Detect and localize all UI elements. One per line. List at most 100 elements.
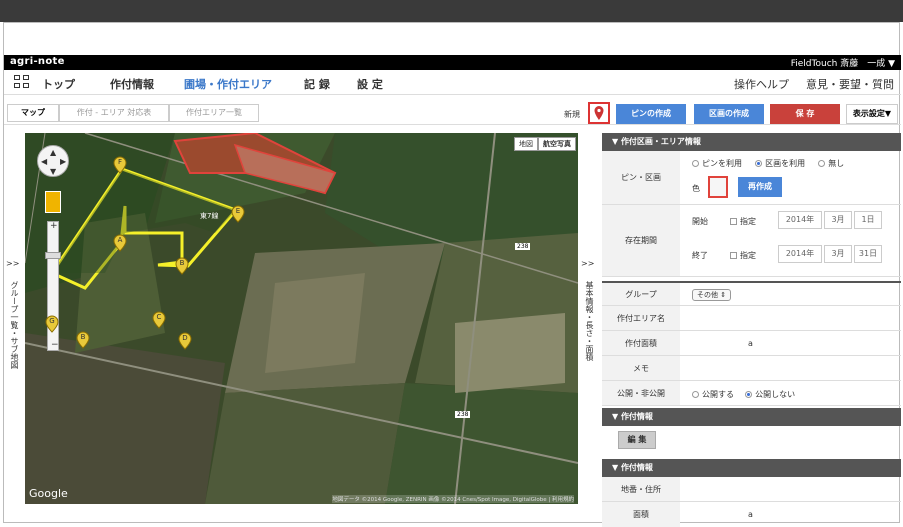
start-label: 開始 (692, 217, 708, 226)
radio-private[interactable] (745, 391, 753, 398)
map-type-map[interactable]: 地図 (514, 137, 538, 151)
zoom-in-icon[interactable]: + (50, 221, 58, 231)
end-year-field[interactable]: 2014年 (778, 245, 822, 263)
street-view-pegman-icon[interactable] (45, 191, 61, 213)
label-memo: メモ (602, 356, 680, 380)
label-address: 地番・住所 (602, 477, 680, 501)
nav-settings[interactable]: 設 定 (357, 76, 383, 92)
display-settings-button[interactable]: 表示設定▼ (846, 104, 898, 124)
area-name-input[interactable] (684, 309, 894, 327)
area-create-button[interactable]: 区画の作成 (694, 104, 764, 124)
map-type-switch: 地図 航空写真 (514, 137, 576, 151)
row-group: グループ その他 ⇕ (602, 281, 901, 306)
radio-public-label: 公開する (702, 390, 734, 399)
grid-icon[interactable] (14, 75, 30, 89)
nav-help[interactable]: 操作ヘルプ (734, 76, 789, 92)
map-pin-g[interactable]: G (45, 315, 59, 333)
start-month-field[interactable]: 3月 (824, 211, 852, 229)
start-specify-checkbox[interactable] (730, 218, 737, 225)
label-period: 存在期間 (602, 205, 680, 276)
brand-bar: agri-note FieldTouch 斎藤 一成 ▼ (4, 55, 901, 70)
map-type-satellite[interactable]: 航空写真 (538, 137, 576, 151)
section-crop-info-2[interactable]: ▼ 作付情報 (602, 459, 901, 477)
map-pin-label: G (49, 317, 55, 325)
edit-button[interactable]: 編 集 (618, 431, 656, 449)
mid-expand-arrow[interactable]: >> (581, 259, 594, 268)
nav-crop-info[interactable]: 作付情報 (110, 76, 154, 92)
map-pin-label: D (182, 334, 188, 342)
pan-control[interactable]: ▲ ▼ ◀ ▶ (37, 145, 69, 177)
pan-left-icon[interactable]: ◀ (41, 157, 47, 166)
pin-tool-button[interactable] (588, 102, 610, 124)
map-pin-a[interactable]: A (113, 234, 127, 252)
place-label: 東7線 (200, 212, 219, 220)
top-dark-bar (0, 0, 903, 22)
tab-area-list[interactable]: 作付エリア一覧 (169, 104, 259, 122)
start-year-field[interactable]: 2014年 (778, 211, 822, 229)
color-swatch[interactable] (708, 176, 728, 198)
color-label: 色 (692, 184, 700, 193)
section-area-info[interactable]: ▼ 作付区画・エリア情報 (602, 133, 901, 151)
map-pin-c[interactable]: C (152, 311, 166, 329)
left-expand-arrow[interactable]: >> (6, 259, 19, 268)
pin-create-button[interactable]: ピンの作成 (616, 104, 686, 124)
recreate-button[interactable]: 再作成 (738, 177, 782, 197)
save-button[interactable]: 保 存 (770, 104, 840, 124)
label-area-name: 作付エリア名 (602, 306, 680, 330)
start-day-field[interactable]: 1日 (854, 211, 882, 229)
satellite-map[interactable] (25, 133, 578, 504)
radio-group-public: 公開する 公開しない (692, 389, 795, 400)
mid-side-panel-toggle[interactable]: >> 基本情報・長さ・面積 (578, 133, 602, 504)
memo-input[interactable] (684, 359, 894, 377)
nav-top[interactable]: トップ (42, 76, 75, 92)
zoom-out-icon[interactable]: − (51, 340, 59, 350)
map-pin-e[interactable]: E (231, 205, 245, 223)
mid-side-label: 基本情報・長さ・面積 (585, 281, 594, 361)
row-address: 地番・住所 (602, 477, 901, 502)
end-day-field[interactable]: 31日 (854, 245, 882, 263)
group-select[interactable]: その他 ⇕ (692, 289, 732, 301)
map-pin-icon (594, 106, 604, 120)
new-label: 新規 (564, 110, 580, 119)
map-copyright: 地図データ ©2014 Google, ZENRIN 画像 ©2014 Cnes… (332, 495, 574, 503)
user-menu[interactable]: FieldTouch 斎藤 一成 ▼ (791, 56, 895, 69)
section-crop-info[interactable]: ▼ 作付情報 (602, 408, 901, 426)
left-side-label: グループ一覧・サブ地図 (10, 281, 19, 369)
pan-down-icon[interactable]: ▼ (50, 167, 56, 176)
map-pin-b[interactable]: B (175, 257, 189, 275)
radio-pin[interactable] (692, 160, 699, 167)
nav-feedback[interactable]: 意見・要望・質問 (806, 76, 894, 92)
tab-mapping[interactable]: 作付 - エリア 対応表 (59, 104, 169, 122)
pan-right-icon[interactable]: ▶ (60, 157, 66, 166)
map-pin-label: B (80, 333, 86, 341)
label-size: 面積 (602, 502, 680, 527)
start-specify-label: 指定 (740, 217, 756, 226)
map-pin-label: C (156, 313, 162, 321)
nav-field-area[interactable]: 圃場・作付エリア (184, 76, 272, 92)
map-pin-d[interactable]: D (178, 332, 192, 350)
map-pin-b[interactable]: B (76, 331, 90, 349)
nav-record[interactable]: 記 録 (304, 76, 330, 92)
end-specify-checkbox[interactable] (730, 252, 737, 259)
radio-area[interactable] (755, 160, 763, 167)
pan-up-icon[interactable]: ▲ (50, 148, 56, 157)
area-size-unit: a (748, 339, 753, 348)
radio-none[interactable] (818, 160, 826, 167)
radio-private-label: 公開しない (755, 390, 796, 399)
map-pin-label: A (117, 236, 123, 244)
label-public: 公開・非公開 (602, 381, 680, 405)
radio-public[interactable] (692, 391, 699, 398)
end-month-field[interactable]: 3月 (824, 245, 852, 263)
zoom-handle[interactable] (45, 252, 61, 259)
size-unit: a (748, 510, 753, 519)
left-side-panel-toggle[interactable]: >> グループ一覧・サブ地図 (4, 133, 25, 504)
road-number-1: 238 (515, 243, 531, 250)
label-group: グループ (602, 283, 680, 305)
map-pin-f[interactable]: F (113, 156, 127, 174)
tab-map[interactable]: マップ (7, 104, 59, 122)
row-pin-area: ピン・区画 ピンを利用 区画を利用 無し 色 再作成 (602, 151, 901, 205)
radio-group-pin-area: ピンを利用 区画を利用 無し (692, 158, 844, 169)
map-view[interactable]: ▲ ▼ ◀ ▶ + − 地図 航空写真 東7線 238 238 A B C D E F G B… (25, 133, 578, 504)
row-size: 面積 a (602, 502, 901, 527)
google-logo: Google (29, 487, 68, 500)
